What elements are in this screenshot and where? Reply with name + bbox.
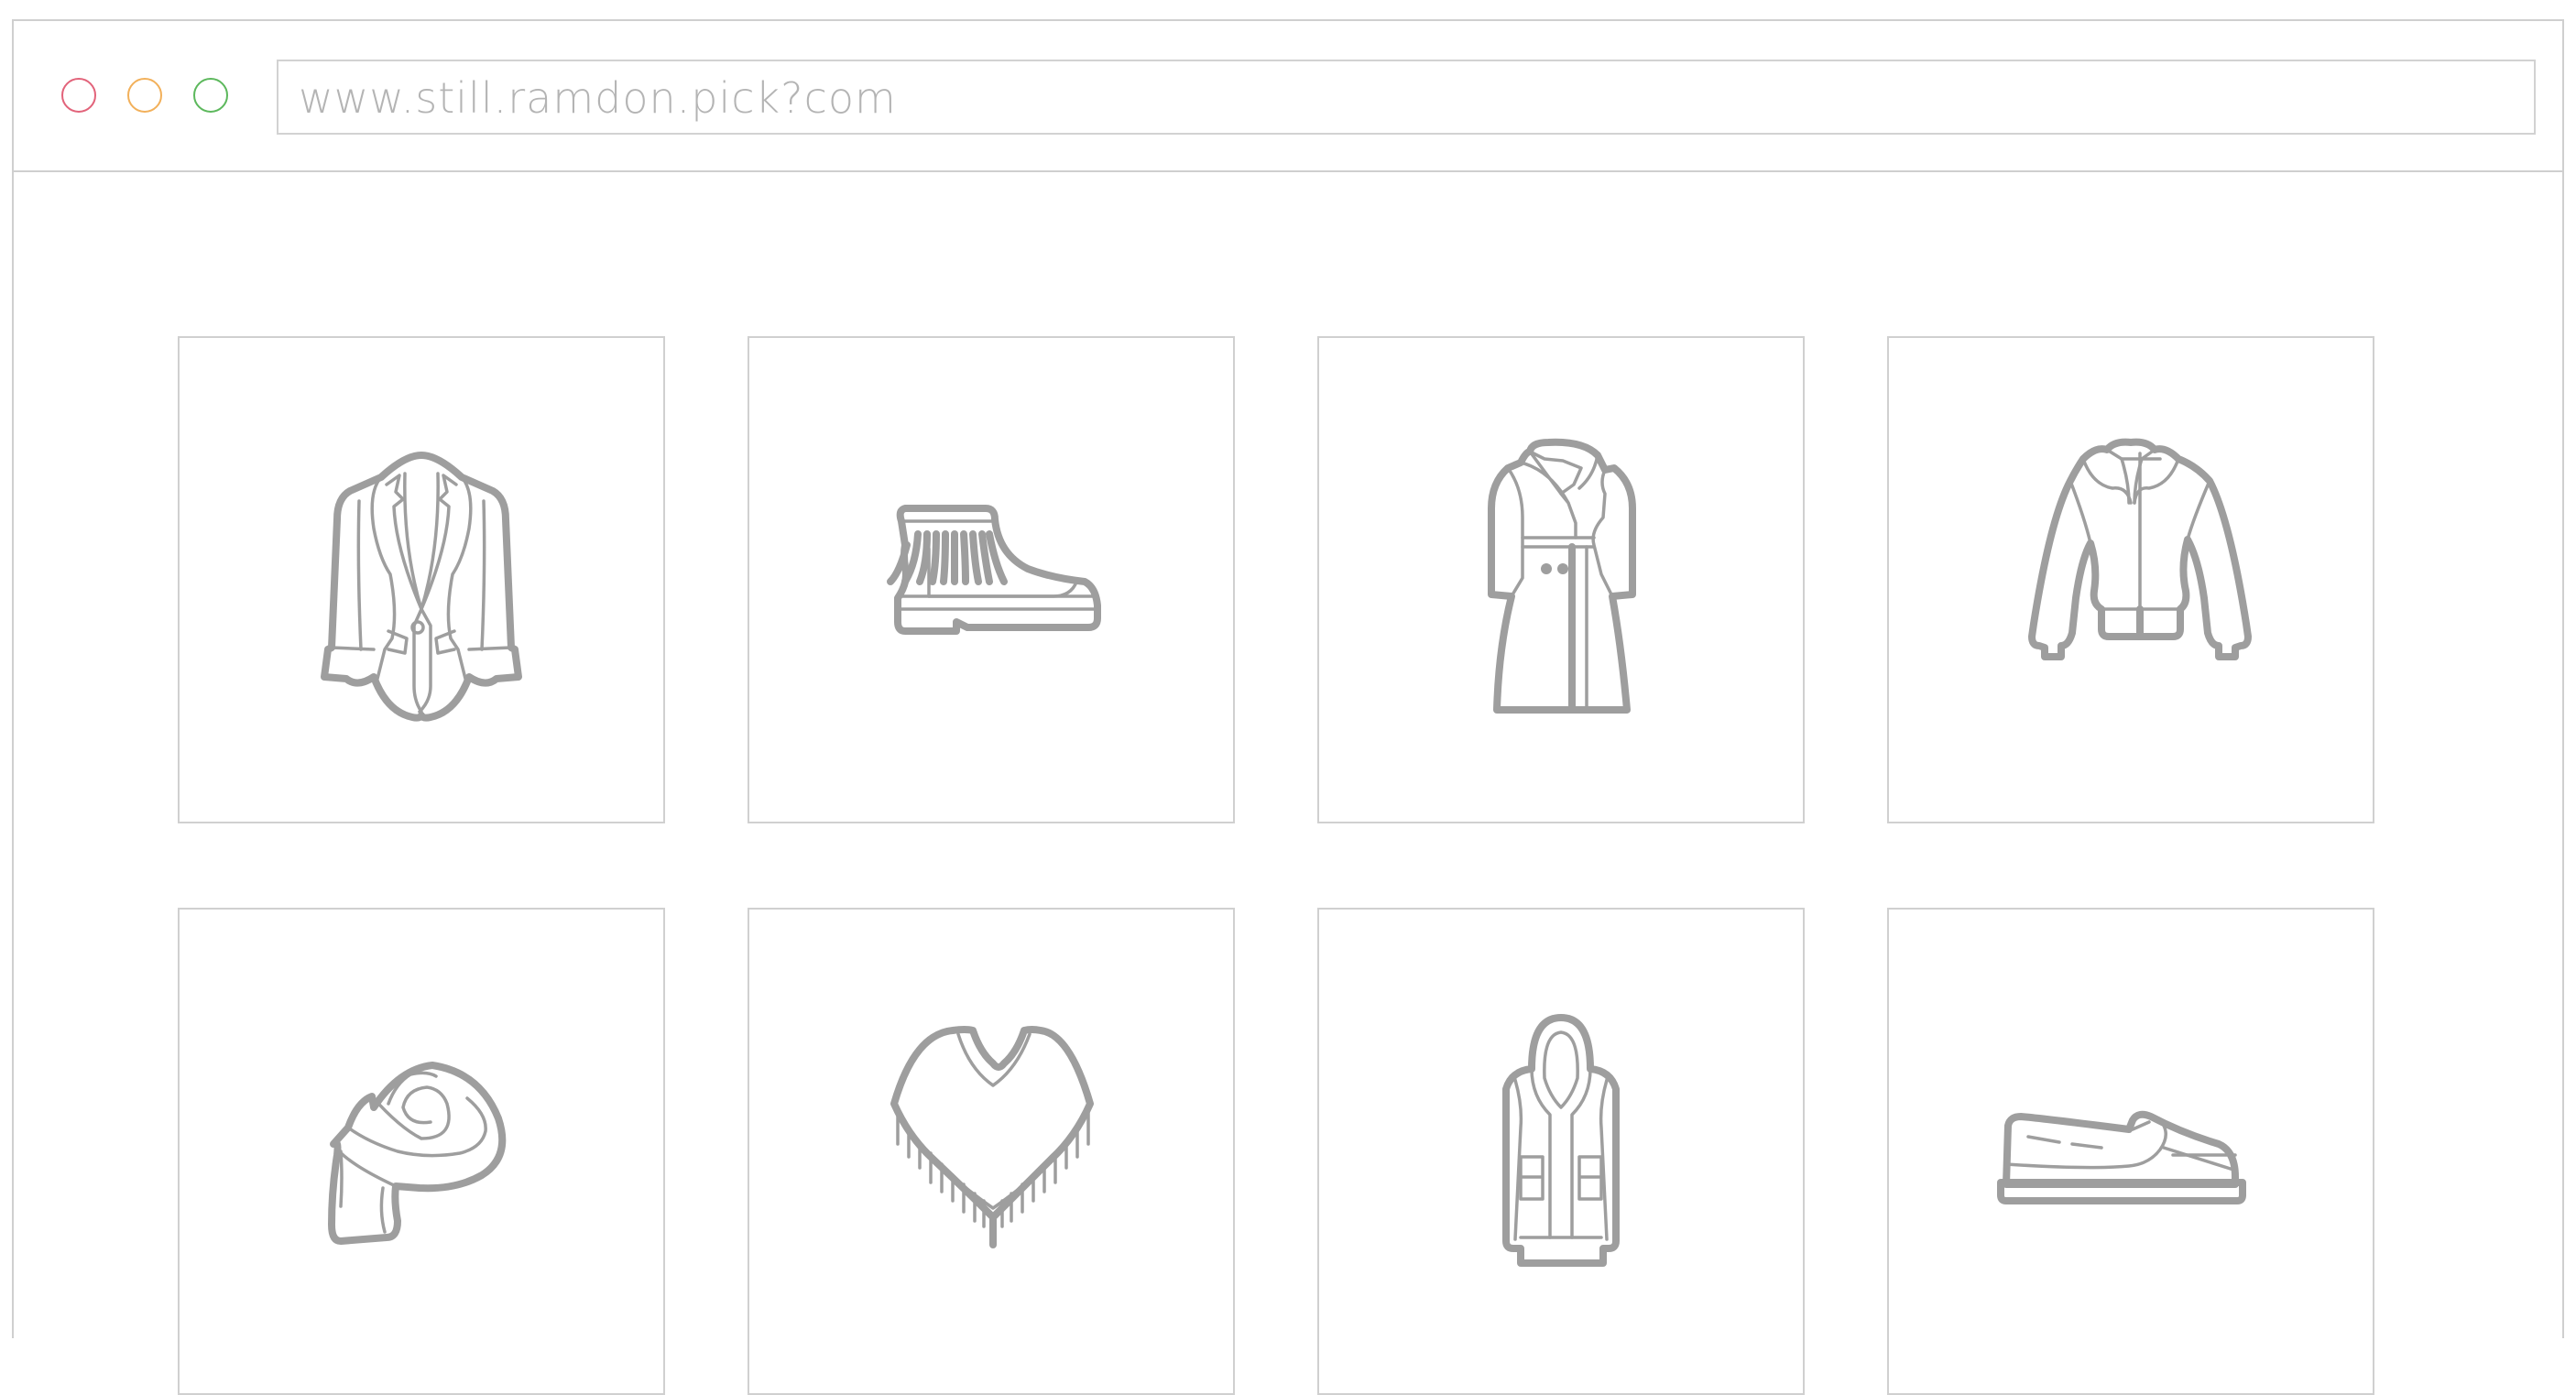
product-tile-hooded-parka[interactable] (1317, 908, 1805, 1395)
address-bar[interactable]: www.still.ramdon.pick?com (277, 60, 2536, 135)
product-tile-trench-coat[interactable] (1317, 336, 1805, 823)
bomber-jacket-icon (2028, 438, 2252, 660)
product-tile-loafer-shoe[interactable] (1887, 908, 2374, 1395)
maximize-window-button[interactable] (193, 78, 228, 113)
trench-coat-icon (1488, 438, 1636, 714)
poncho-icon (890, 1026, 1094, 1248)
minimize-window-button[interactable] (127, 78, 162, 113)
product-tile-fringe-boot[interactable] (748, 336, 1235, 823)
browser-toolbar: www.still.ramdon.pick?com (14, 21, 2562, 172)
hooded-parka-icon (1502, 1014, 1620, 1267)
product-tile-poncho[interactable] (748, 908, 1235, 1395)
address-bar-url: www.still.ramdon.pick?com (299, 73, 897, 123)
blazer-icon (321, 452, 522, 722)
loafer-shoe-icon (1997, 1110, 2246, 1204)
fringe-boot-icon (887, 505, 1101, 635)
close-window-button[interactable] (61, 78, 96, 113)
product-tile-bomber-jacket[interactable] (1887, 336, 2374, 823)
product-tile-blazer[interactable] (178, 336, 665, 823)
product-tile-scarf[interactable] (178, 908, 665, 1395)
scarf-icon (328, 1062, 507, 1245)
